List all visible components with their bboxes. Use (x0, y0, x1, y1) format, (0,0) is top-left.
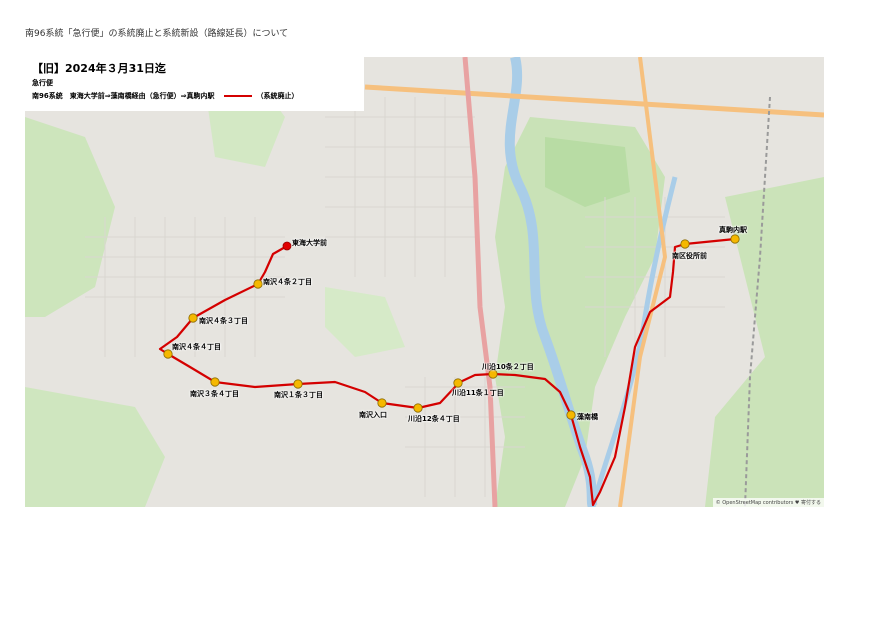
bus-stop-marker-kawazoe-11-1[interactable] (453, 378, 463, 388)
map-attribution[interactable]: © OpenStreetMap contributors ♥ 寄付する (712, 498, 824, 507)
page-title: 南96系統「急行便」の系統廃止と系統新設（路線延長）について (25, 29, 289, 39)
legend-line-swatch (224, 95, 253, 97)
map-canvas (25, 57, 824, 507)
bus-stop-marker-tokai-daigaku-mae[interactable] (282, 241, 292, 251)
legend-title: 【旧】2024年３月31日迄 (32, 62, 166, 75)
legend-line-label: （系統廃止） (256, 92, 299, 100)
bus-stop-label-kawazoe-10-2: 川沿10条２丁目 (482, 363, 534, 371)
bus-stop-marker-kawazoe-12-4[interactable] (413, 403, 423, 413)
bus-stop-label-kawazoe-11-1: 川沿11条１丁目 (452, 389, 504, 397)
bus-stop-marker-minamisawa-iriguchi[interactable] (377, 398, 387, 408)
bus-stop-label-minamisawa-iriguchi: 南沢入口 (359, 411, 387, 419)
bus-stop-label-minamisawa-1-3: 南沢１条３丁目 (274, 391, 323, 399)
bus-stop-label-makomanai-eki: 真駒内駅 (719, 226, 747, 234)
bus-stop-marker-makomanai-eki[interactable] (730, 234, 740, 244)
bus-stop-marker-minamisawa-4-2[interactable] (253, 279, 263, 289)
bus-stop-label-minamisawa-4-3: 南沢４条３丁目 (199, 317, 248, 325)
legend-route-description: 南96系統 東海大学前⇒藻南橋経由（急行便）⇒真駒内駅 (32, 92, 215, 100)
legend-row: 南96系統 東海大学前⇒藻南橋経由（急行便）⇒真駒内駅 （系統廃止） (32, 91, 357, 101)
bus-stop-marker-minamisawa-4-4[interactable] (163, 349, 173, 359)
bus-stop-label-minami-kuyakusho-mae: 南区役所前 (672, 252, 707, 260)
bus-stop-marker-minamisawa-1-3[interactable] (293, 379, 303, 389)
bus-stop-marker-minamisawa-4-3[interactable] (188, 313, 198, 323)
bus-stop-label-minamisawa-3-4: 南沢３条４丁目 (190, 390, 239, 398)
bus-stop-marker-minami-kuyakusho-mae[interactable] (680, 239, 690, 249)
bus-stop-label-monan-bashi: 藻南橋 (577, 413, 598, 421)
bus-stop-label-minamisawa-4-2: 南沢４条２丁目 (263, 278, 312, 286)
bus-stop-marker-monan-bashi[interactable] (566, 410, 576, 420)
bus-stop-label-minamisawa-4-4: 南沢４条４丁目 (172, 343, 221, 351)
route-map[interactable]: 【旧】2024年３月31日迄 急行便 南96系統 東海大学前⇒藻南橋経由（急行便… (25, 57, 824, 507)
bus-stop-marker-minamisawa-3-4[interactable] (210, 377, 220, 387)
legend-service-type: 急行便 (32, 79, 53, 87)
map-legend: 【旧】2024年３月31日迄 急行便 南96系統 東海大学前⇒藻南橋経由（急行便… (25, 57, 364, 111)
bus-stop-label-tokai-daigaku-mae: 東海大学前 (292, 239, 327, 247)
bus-stop-label-kawazoe-12-4: 川沿12条４丁目 (408, 415, 460, 423)
